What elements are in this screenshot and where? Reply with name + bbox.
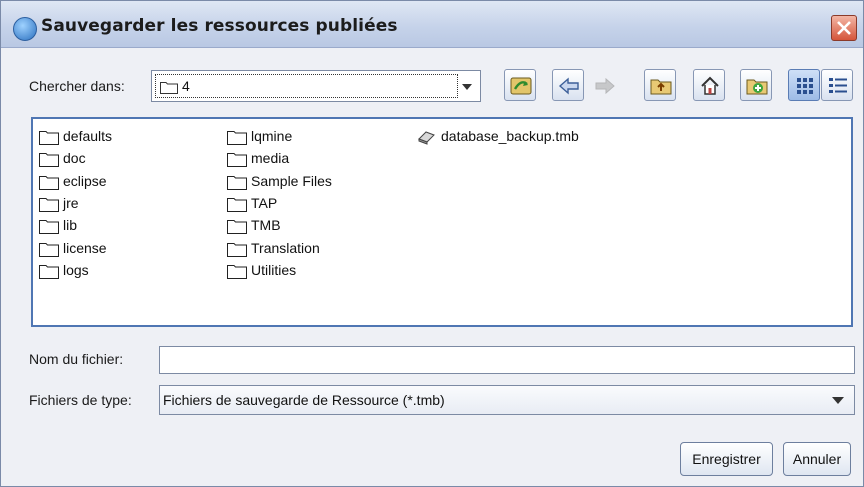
file-name: logs [63,261,89,278]
title-bar[interactable]: Sauvegarder les ressources publiées [1,1,863,48]
file-list[interactable]: defaults doc eclipse jre lib license logs lqmin… [31,117,853,327]
file-name: jre [63,194,79,211]
filetype-value: Fichiers de sauvegarde de Ressource (*.t… [163,392,445,408]
close-button[interactable] [831,15,857,41]
folder-icon [227,241,247,260]
folder-icon [227,218,247,237]
lookin-value: 4 [182,78,190,94]
close-icon [837,21,851,35]
refresh-button[interactable] [504,69,536,101]
file-name: TMB [251,217,281,234]
back-icon [558,77,579,95]
lookin-label: Chercher dans: [29,78,125,94]
list-view-icon [797,78,813,94]
folder-icon [39,151,59,170]
up-folder-button[interactable] [644,69,676,101]
home-icon [701,76,719,95]
details-view-button[interactable] [821,69,853,101]
file-name: media [251,150,290,167]
filetype-label: Fichiers de type: [29,392,132,408]
folder-icon [227,174,247,193]
file-name: defaults [63,128,113,144]
window-title: Sauvegarder les ressources publiées [41,16,398,36]
folder-icon [227,129,247,148]
folder-icon [160,82,178,94]
folder-icon [39,196,59,215]
back-button[interactable] [552,69,584,101]
chevron-down-icon[interactable] [832,397,844,404]
filename-input[interactable] [159,346,855,374]
file-name: Sample Files [251,172,332,189]
save-button[interactable]: Enregistrer [680,442,773,476]
folder-icon [39,218,59,237]
folder-icon [227,196,247,215]
save-dialog: Sauvegarder les ressources publiées Cher… [0,0,864,487]
cancel-button[interactable]: Annuler [783,442,851,476]
folder-icon [39,129,59,148]
up-folder-icon [650,79,672,95]
folder-icon [227,263,247,282]
lookin-dropdown[interactable]: 4 [151,70,481,102]
folder-icon [39,241,59,260]
list-view-button[interactable] [788,69,820,101]
new-folder-icon [746,79,768,95]
file-name: lib [63,217,78,234]
folder-icon [227,151,247,170]
folder-icon [39,174,59,193]
filename-label: Nom du fichier: [29,351,124,367]
folder-icon [39,263,59,282]
file-name: doc [63,150,86,167]
chevron-down-icon[interactable] [462,84,472,90]
file-name: license [63,239,107,256]
file-name: Translation [251,239,320,256]
details-view-icon [829,78,847,93]
file-name: lqmine [251,128,293,144]
file-name: eclipse [63,172,107,189]
forward-button[interactable] [588,69,620,101]
file-icon [417,129,437,148]
new-folder-button[interactable] [740,69,772,101]
file-name: TAP [251,194,278,211]
file-name: database_backup.tmb [441,128,579,144]
file-name: Utilities [251,261,297,278]
home-button[interactable] [693,69,725,101]
focus-ring [155,74,458,98]
forward-icon [595,77,615,95]
filetype-dropdown[interactable]: Fichiers de sauvegarde de Ressource (*.t… [159,385,855,415]
app-icon [13,17,37,41]
refresh-icon [510,77,532,95]
